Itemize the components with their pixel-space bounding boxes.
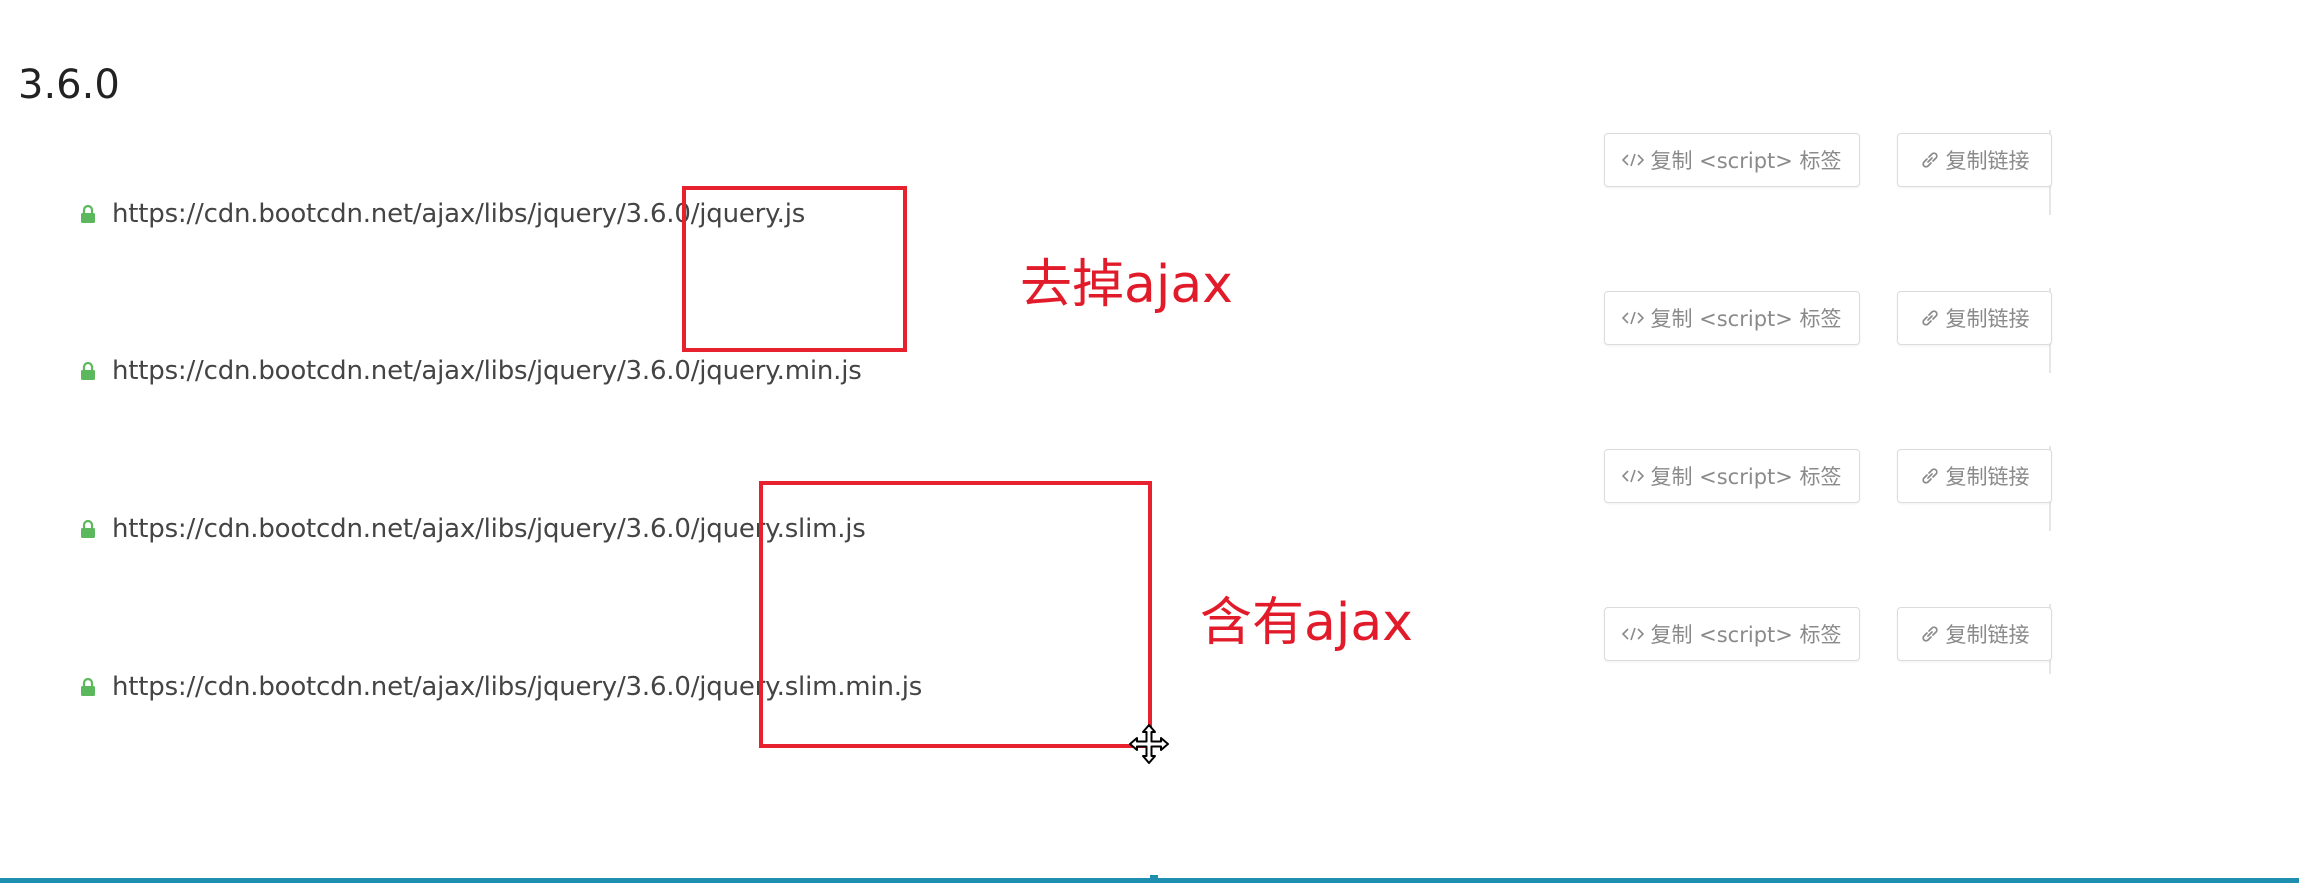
copy-script-tag-button[interactable]: 复制 <script> 标签 xyxy=(1604,449,1860,503)
file-url[interactable]: https://cdn.bootcdn.net/ajax/libs/jquery… xyxy=(112,356,862,386)
link-icon xyxy=(1920,150,1940,170)
progress-marker xyxy=(1150,875,1158,880)
copy-link-label: 复制链接 xyxy=(1945,149,2030,173)
copy-link-label: 复制链接 xyxy=(1945,465,2030,489)
lock-icon xyxy=(81,204,95,223)
move-cursor-icon xyxy=(1129,724,1169,764)
copy-link-label: 复制链接 xyxy=(1945,623,2030,647)
annotation-remove-ajax: 去掉ajax xyxy=(1020,255,1233,315)
link-icon xyxy=(1920,624,1940,644)
link-icon xyxy=(1920,466,1940,486)
copy-link-button[interactable]: 复制链接 xyxy=(1897,291,2052,345)
annotation-box-contains-ajax xyxy=(759,481,1152,748)
annotation-box-remove-ajax xyxy=(682,186,907,352)
lock-icon xyxy=(81,677,95,696)
link-icon xyxy=(1920,308,1940,328)
copy-script-tag-button[interactable]: 复制 <script> 标签 xyxy=(1604,133,1860,187)
copy-script-label: 复制 <script> 标签 xyxy=(1650,307,1842,331)
copy-script-tag-button[interactable]: 复制 <script> 标签 xyxy=(1604,291,1860,345)
copy-link-button[interactable]: 复制链接 xyxy=(1897,449,2052,503)
file-row: https://cdn.bootcdn.net/ajax/libs/jquery… xyxy=(80,351,862,391)
copy-link-button[interactable]: 复制链接 xyxy=(1897,133,2052,187)
copy-script-tag-button[interactable]: 复制 <script> 标签 xyxy=(1604,607,1860,661)
copy-script-label: 复制 <script> 标签 xyxy=(1650,623,1842,647)
copy-script-label: 复制 <script> 标签 xyxy=(1650,465,1842,489)
code-icon xyxy=(1622,310,1645,326)
code-icon xyxy=(1622,152,1645,168)
copy-link-button[interactable]: 复制链接 xyxy=(1897,607,2052,661)
annotation-contains-ajax: 含有ajax xyxy=(1200,593,1413,653)
copy-script-label: 复制 <script> 标签 xyxy=(1650,149,1842,173)
file-url[interactable]: https://cdn.bootcdn.net/ajax/libs/jquery… xyxy=(112,514,866,544)
file-row: https://cdn.bootcdn.net/ajax/libs/jquery… xyxy=(80,509,866,549)
copy-link-label: 复制链接 xyxy=(1945,307,2030,331)
code-icon xyxy=(1622,626,1645,642)
version-title: 3.6.0 xyxy=(18,62,120,108)
lock-icon xyxy=(81,361,95,380)
lock-icon xyxy=(81,519,95,538)
code-icon xyxy=(1622,468,1645,484)
